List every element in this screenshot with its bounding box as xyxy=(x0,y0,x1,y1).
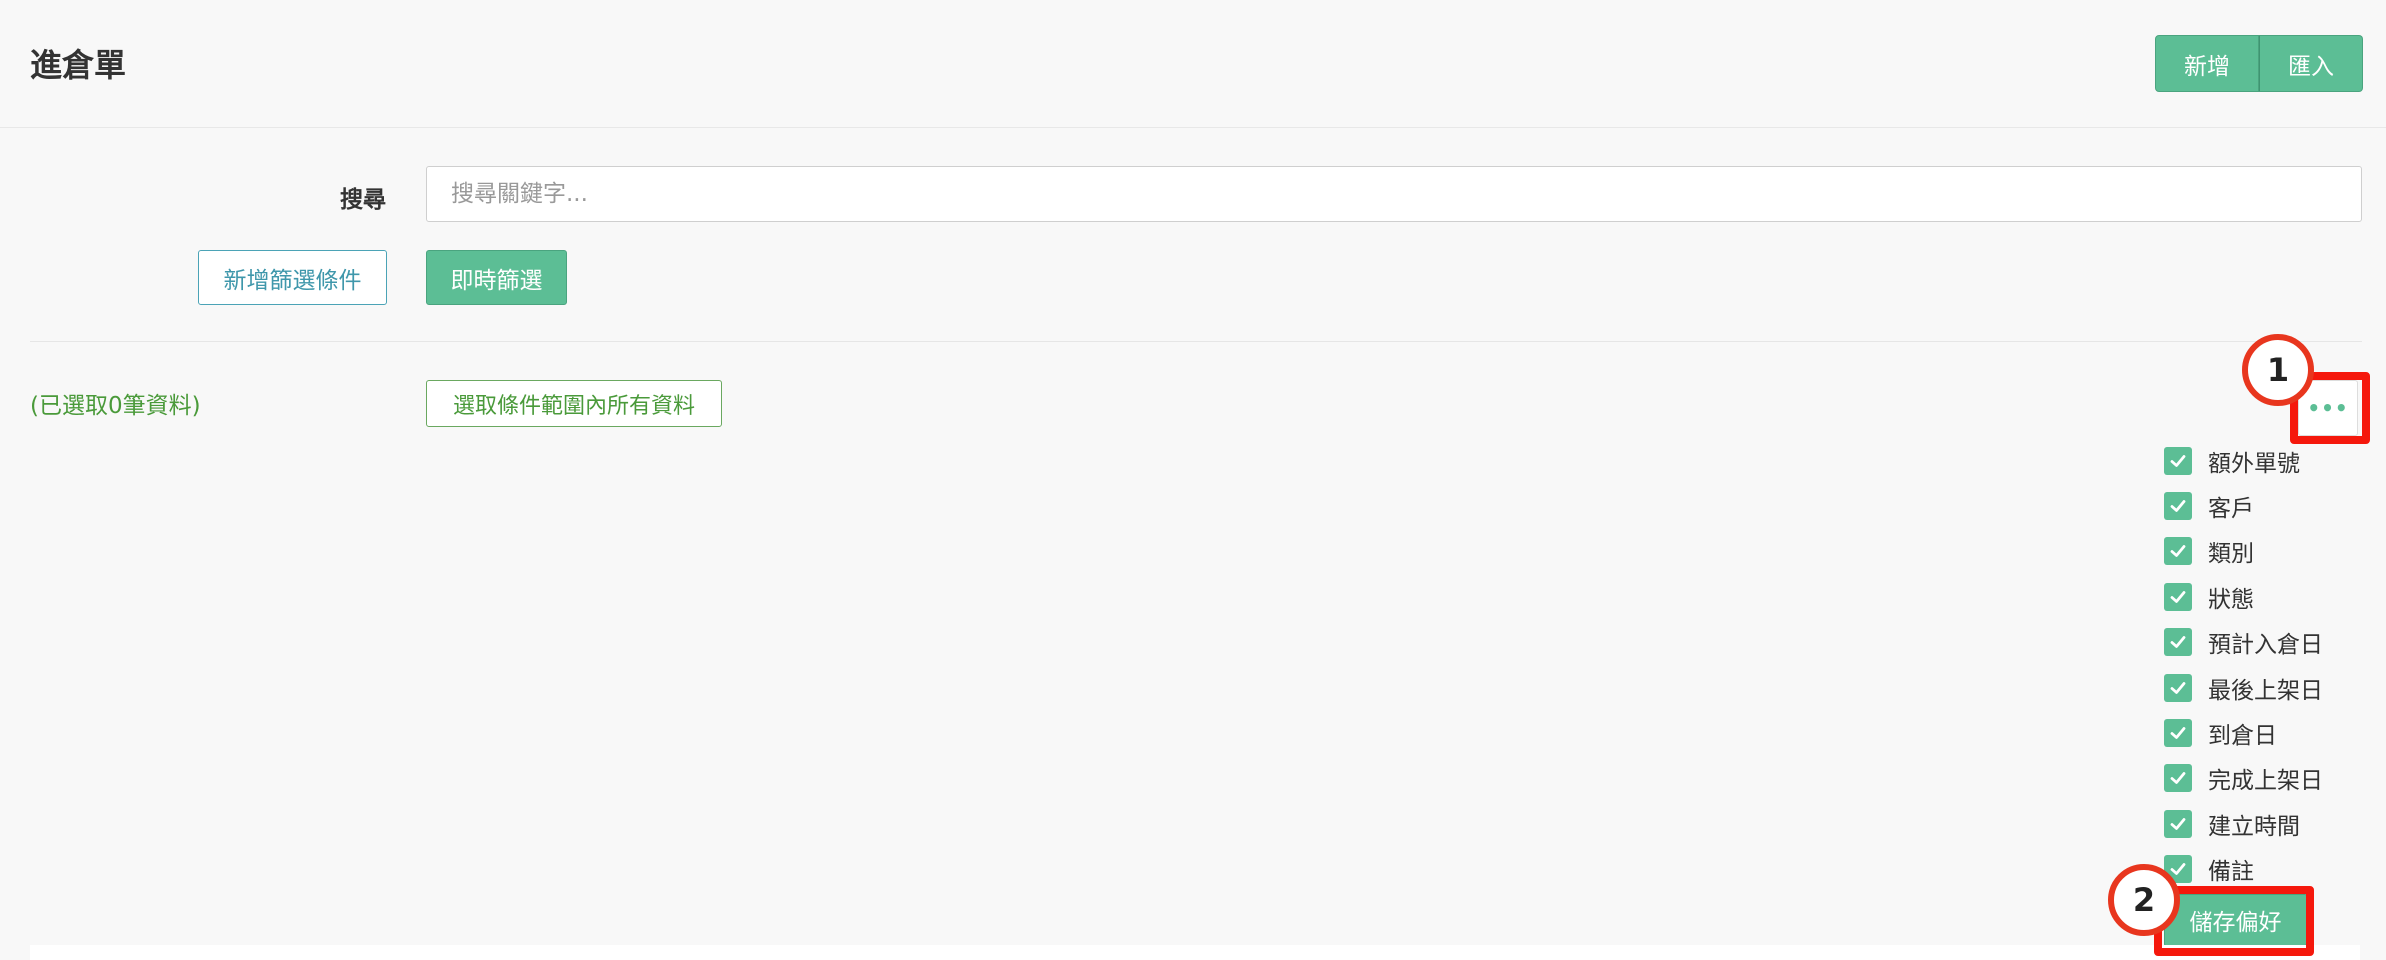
page-title: 進倉單 xyxy=(30,46,127,84)
checkbox-checked-icon[interactable] xyxy=(2164,492,2192,521)
checkbox-checked-icon[interactable] xyxy=(2164,446,2192,475)
checkbox-checked-icon[interactable] xyxy=(2164,582,2192,611)
checkbox-checked-icon[interactable] xyxy=(2164,809,2192,838)
header-button-group: 新增 匯入 xyxy=(2155,35,2363,92)
column-option[interactable]: 完成上架日 xyxy=(2164,756,2323,801)
checkbox-checked-icon[interactable] xyxy=(2164,719,2192,748)
column-option-label: 狀態 xyxy=(2208,586,2254,613)
add-button[interactable]: 新增 xyxy=(2155,35,2259,92)
checkbox-checked-icon[interactable] xyxy=(2164,673,2192,702)
column-option[interactable]: 額外單號 xyxy=(2164,438,2323,483)
search-input[interactable] xyxy=(426,166,2362,222)
divider xyxy=(30,341,2362,342)
column-option[interactable]: 到倉日 xyxy=(2164,710,2323,755)
column-option[interactable]: 建立時間 xyxy=(2164,801,2323,846)
column-option[interactable]: 客戶 xyxy=(2164,483,2323,528)
add-filter-condition-button[interactable]: 新增篩選條件 xyxy=(198,250,387,305)
column-option-label: 最後上架日 xyxy=(2208,677,2323,704)
select-all-in-range-button[interactable]: 選取條件範圍內所有資料 xyxy=(426,380,722,427)
page-header: 進倉單 新增 匯入 xyxy=(0,0,2386,128)
step-marker-2: 2 xyxy=(2108,864,2180,936)
column-option[interactable]: 預計入倉日 xyxy=(2164,620,2323,665)
selected-count-text: (已選取0筆資料) xyxy=(30,393,201,419)
column-option-label: 到倉日 xyxy=(2208,723,2277,750)
column-option-label: 類別 xyxy=(2208,541,2254,568)
column-option-label: 預計入倉日 xyxy=(2208,632,2323,659)
column-option[interactable]: 類別 xyxy=(2164,529,2323,574)
checkbox-checked-icon[interactable] xyxy=(2164,628,2192,657)
search-label: 搜尋 xyxy=(340,187,386,213)
column-visibility-list: 額外單號 客戶 類別 狀態 預計入倉日 最後上架日 到倉日 完成上架日 建立時間… xyxy=(2164,438,2323,892)
instant-filter-button[interactable]: 即時篩選 xyxy=(426,250,567,305)
checkbox-checked-icon[interactable] xyxy=(2164,764,2192,793)
step-marker-1: 1 xyxy=(2242,334,2314,406)
import-button[interactable]: 匯入 xyxy=(2259,35,2363,92)
column-option-label: 客戶 xyxy=(2208,496,2254,523)
table-area-edge xyxy=(30,945,2360,960)
column-option[interactable]: 狀態 xyxy=(2164,574,2323,619)
column-option-label: 額外單號 xyxy=(2208,450,2300,477)
column-option[interactable]: 最後上架日 xyxy=(2164,665,2323,710)
column-option-label: 備註 xyxy=(2208,859,2254,886)
column-option-label: 建立時間 xyxy=(2208,813,2300,840)
column-option-label: 完成上架日 xyxy=(2208,768,2323,795)
checkbox-checked-icon[interactable] xyxy=(2164,537,2192,566)
